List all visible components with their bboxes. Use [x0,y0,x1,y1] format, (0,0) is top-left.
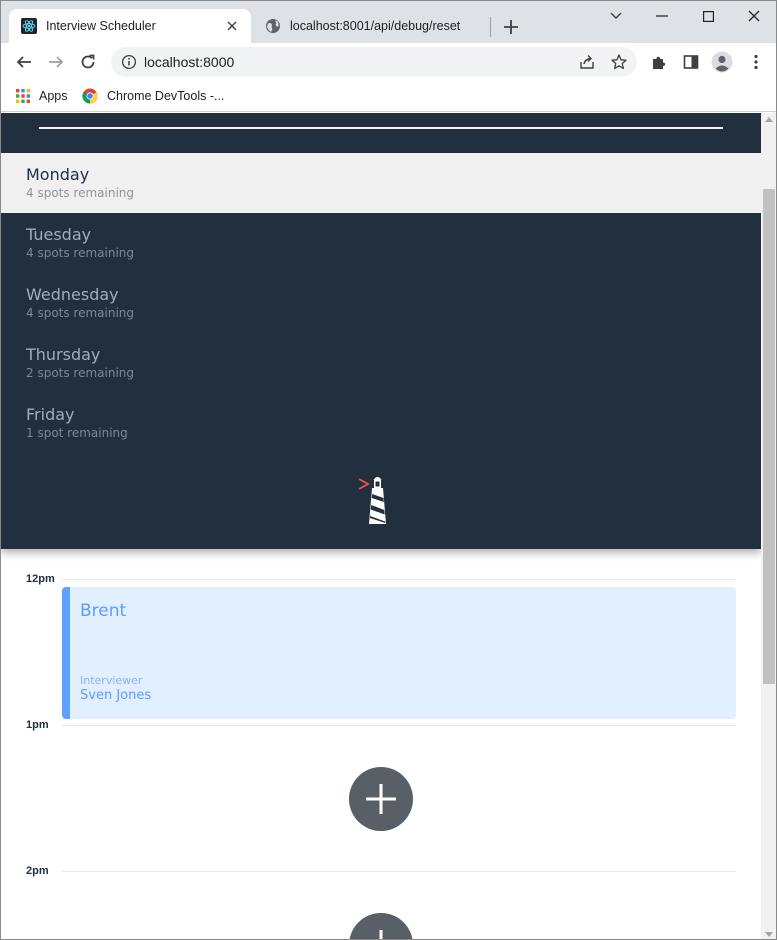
tab-title: Interview Scheduler [46,19,156,33]
react-icon [21,18,37,34]
bookmark-label: Chrome DevTools -... [107,89,225,103]
day-list-item-tuesday[interactable]: Tuesday 4 spots remaining [1,213,761,273]
student-name: Brent [80,601,127,621]
day-spots: 1 spot remaining [26,426,128,440]
day-name: Monday [26,165,90,184]
day-spots: 4 spots remaining [26,186,135,200]
bookmark-star-icon[interactable] [610,53,628,71]
day-spots: 4 spots remaining [26,306,135,320]
plus-icon [379,930,383,939]
tab-title: localhost:8001/api/debug/reset [290,19,461,33]
sidebar-separator [39,127,723,129]
day-list-item-monday[interactable]: Monday 4 spots remaining [1,153,761,213]
time-label: 1pm [26,719,49,731]
day-list-item-wednesday[interactable]: Wednesday 4 spots remaining [1,273,761,333]
maximize-icon[interactable] [694,5,722,27]
tab-divider [490,17,491,37]
day-name: Thursday [26,345,101,364]
side-panel-icon[interactable] [680,51,702,73]
appointment-card[interactable]: Brent Interviewer Sven Jones [62,587,736,719]
day-spots: 2 spots remaining [26,366,135,380]
time-divider [62,871,736,872]
browser-window: Interview Scheduler localhost:8001/api/d… [0,0,777,940]
more-menu-icon[interactable] [745,51,767,73]
schedule: 12pm Brent Interviewer Sven Jones 1pm 2p… [1,549,761,939]
interviewer-name: Sven Jones [80,688,152,703]
new-tab-plus-icon[interactable] [501,17,521,37]
url-text[interactable]: localhost:8000 [144,54,234,70]
tab-interview-scheduler[interactable]: Interview Scheduler [9,9,251,43]
bookmarks-bar: Apps Chrome DevTools -... [1,81,776,112]
scrollbar-thumb[interactable] [763,189,775,684]
minimize-icon[interactable] [648,5,676,27]
day-list-item-thursday[interactable]: Thursday 2 spots remaining [1,333,761,393]
info-icon[interactable] [121,54,137,70]
day-list-item-friday[interactable]: Friday 1 spot remaining [1,393,761,453]
page-scrollbar[interactable] [761,113,776,939]
bookmark-apps[interactable]: Apps [16,85,68,107]
reload-icon[interactable] [77,51,99,73]
lighthouse-icon [358,477,386,524]
globe-icon [266,19,280,33]
add-appointment-button[interactable] [349,767,413,831]
tab-strip: Interview Scheduler localhost:8001/api/d… [1,1,776,43]
address-bar[interactable]: localhost:8000 [111,47,637,77]
day-spots: 4 spots remaining [26,246,135,260]
time-divider [62,725,736,726]
scroll-up-arrow-icon[interactable] [765,117,773,122]
time-label: 2pm [26,865,49,877]
back-arrow-icon[interactable] [13,51,35,73]
time-divider [62,579,736,580]
time-label: 12pm [26,573,55,585]
sidebar: Monday 4 spots remaining Tuesday 4 spots… [1,113,761,549]
share-icon[interactable] [578,53,596,71]
apps-grid-icon [16,89,30,103]
close-window-icon[interactable] [740,5,768,27]
extensions-puzzle-icon[interactable] [648,51,670,73]
forward-arrow-icon[interactable] [45,51,67,73]
plus-icon [366,784,396,814]
add-appointment-button[interactable] [349,913,413,939]
tab-search-chevron-icon[interactable] [602,5,630,27]
tab-api-debug-reset[interactable]: localhost:8001/api/debug/reset [253,9,489,43]
chrome-logo-icon [82,88,98,104]
day-name: Wednesday [26,285,119,304]
interviewer-label: Interviewer [80,674,143,687]
bookmark-chrome-devtools[interactable]: Chrome DevTools -... [82,85,224,107]
day-name: Friday [26,405,75,424]
bookmark-label: Apps [39,89,68,103]
profile-avatar-icon[interactable] [711,51,733,73]
day-name: Tuesday [26,225,92,244]
scroll-down-arrow-icon[interactable] [765,932,773,937]
close-icon[interactable] [223,17,241,35]
browser-toolbar: localhost:8000 [1,43,776,81]
page-viewport: Monday 4 spots remaining Tuesday 4 spots… [1,113,761,939]
